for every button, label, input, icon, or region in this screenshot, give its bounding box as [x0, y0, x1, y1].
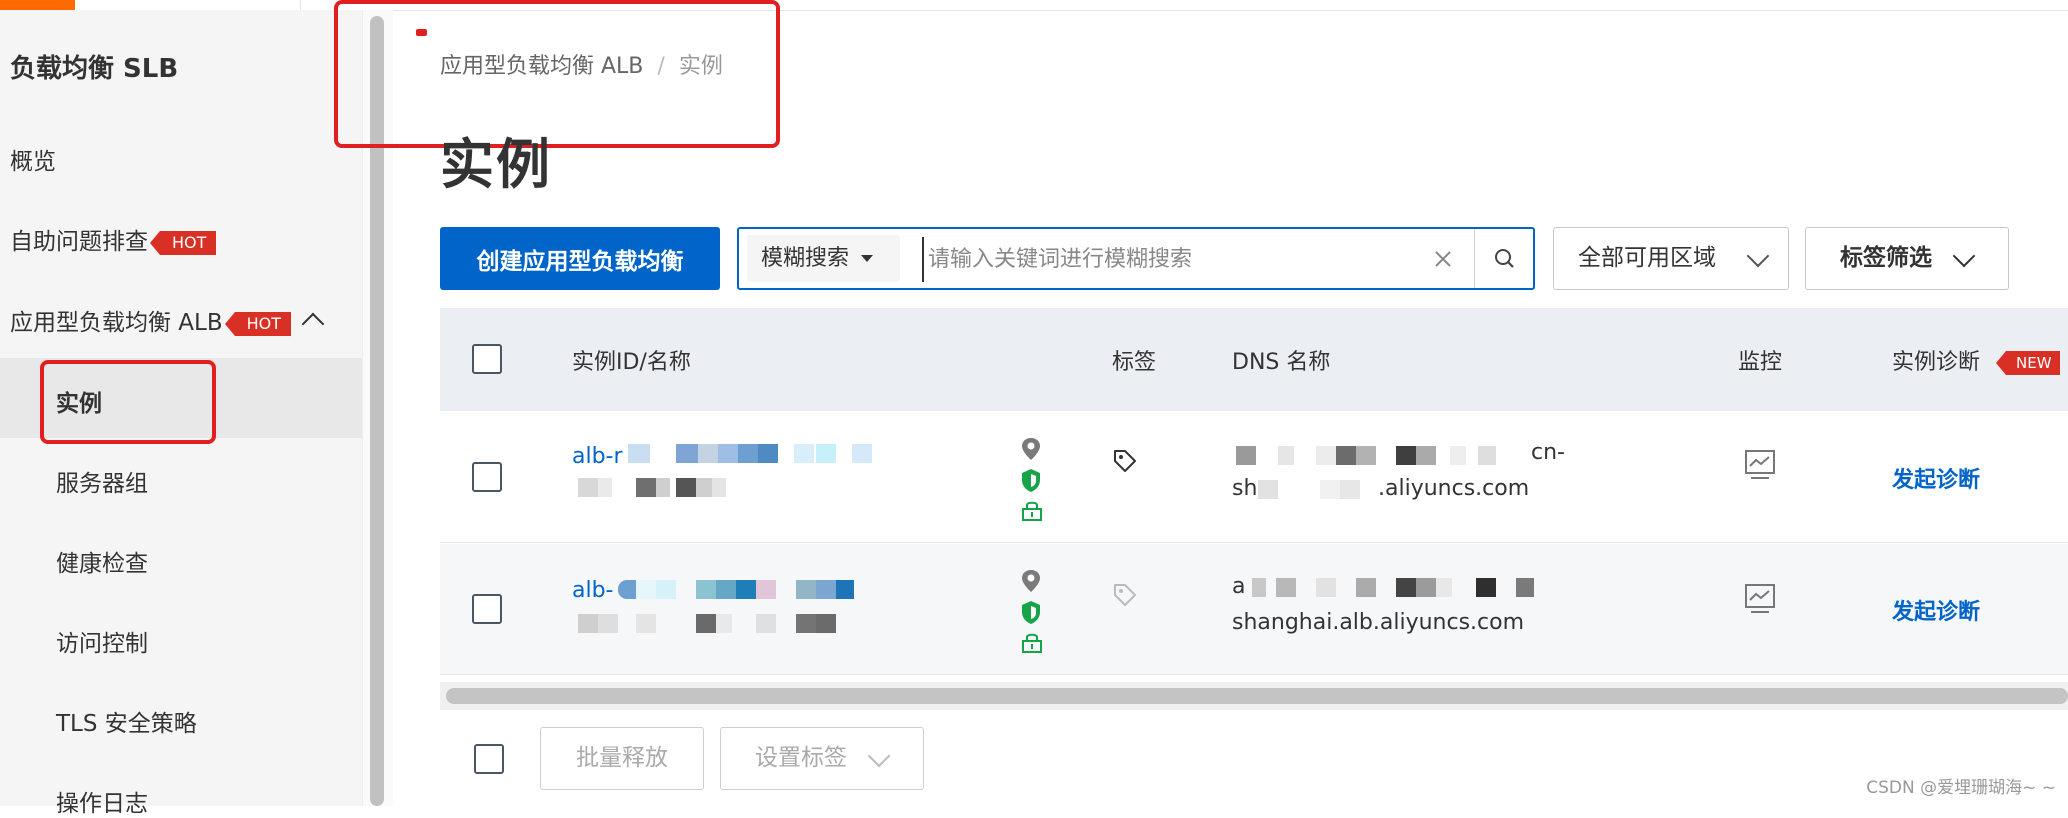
hot-badge: HOT: [149, 230, 217, 255]
lock-icon: [1022, 633, 1042, 653]
row-checkbox[interactable]: [472, 462, 502, 492]
sidebar-item-label: 操作日志: [56, 791, 148, 817]
tag-icon[interactable]: [1112, 448, 1138, 474]
sidebar-item-self-troubleshoot[interactable]: 自助问题排查 HOT: [10, 222, 217, 256]
console-logo-strip[interactable]: [0, 0, 75, 10]
horizontal-scrollbar-thumb[interactable]: [446, 688, 2068, 704]
monitor-icon[interactable]: [1743, 448, 1777, 482]
create-alb-button[interactable]: 创建应用型负载均衡: [440, 227, 720, 290]
lock-icon: [1022, 501, 1042, 521]
monitor-icon[interactable]: [1743, 582, 1777, 616]
batch-release-label: 批量释放: [576, 745, 668, 771]
sidebar-item-tls-policy[interactable]: TLS 安全策略: [56, 704, 197, 738]
column-header-diagnose: 实例诊断 NEW: [1892, 344, 2060, 376]
chevron-down-icon: [867, 744, 891, 768]
tag-filter-label: 标签筛选: [1840, 245, 1932, 271]
sidebar-item-label: 服务器组: [56, 471, 148, 497]
dns-name-part: .aliyuncs.com: [1378, 476, 1530, 501]
diagnose-link-label: 发起诊断: [1892, 468, 1981, 493]
hot-badge: HOT: [224, 311, 292, 336]
footer-select-all-checkbox[interactable]: [474, 744, 504, 774]
search-mode-select[interactable]: 模糊搜索: [747, 235, 900, 282]
sidebar-item-overview[interactable]: 概览: [10, 142, 56, 176]
chevron-down-icon: [1952, 244, 1976, 268]
search-icon: [1495, 249, 1514, 268]
diagnose-link-label: 发起诊断: [1892, 600, 1981, 625]
row-checkbox[interactable]: [472, 594, 502, 624]
set-tags-button[interactable]: 设置标签: [720, 727, 924, 790]
table-header: 实例ID/名称 标签 DNS 名称 监控 实例诊断 NEW: [440, 308, 2068, 411]
new-badge: NEW: [1996, 351, 2060, 375]
search-input[interactable]: [922, 237, 1430, 282]
location-pin-icon: [1022, 438, 1040, 460]
sidebar-item-health-check[interactable]: 健康检查: [56, 544, 148, 578]
instance-id-text: alb-r: [572, 444, 623, 469]
zone-select[interactable]: 全部可用区域: [1553, 227, 1789, 290]
sidebar-item-label: 自助问题排查: [10, 229, 148, 255]
sidebar-item-server-groups[interactable]: 服务器组: [56, 464, 148, 498]
column-header-diagnose-label: 实例诊断: [1892, 350, 1981, 375]
page-title: 实例: [440, 133, 552, 196]
sidebar-item-label: 访问控制: [56, 631, 148, 657]
batch-release-button[interactable]: 批量释放: [540, 727, 704, 790]
location-pin-icon: [1022, 570, 1040, 592]
dns-name-part: sh: [1232, 476, 1258, 501]
diagnose-link[interactable]: 发起诊断: [1892, 462, 1980, 494]
select-all-checkbox[interactable]: [472, 344, 502, 374]
dns-name-part: cn-: [1531, 440, 1565, 465]
diagnose-link[interactable]: 发起诊断: [1892, 594, 1980, 626]
column-header-dns: DNS 名称: [1232, 350, 1331, 375]
table-row: alb- a shanghai.alb.aliyuncs.com 发起诊断: [440, 544, 2068, 675]
watermark: CSDN @爱埋珊瑚海~ ~: [1866, 778, 2056, 798]
table-row: alb-r cn- sh .aliyuncs.com 发起诊断: [440, 412, 2068, 543]
sidebar-item-label: TLS 安全策略: [56, 711, 197, 737]
column-header-monitor: 监控: [1738, 350, 1783, 375]
shield-icon: [1022, 469, 1040, 492]
search-button[interactable]: [1474, 229, 1534, 288]
instance-id-link[interactable]: alb-r: [572, 444, 623, 469]
instance-id-text: alb-: [572, 578, 614, 603]
chevron-up-icon[interactable]: [301, 312, 325, 336]
zone-select-value: 全部可用区域: [1578, 245, 1716, 271]
tag-icon[interactable]: [1112, 582, 1138, 608]
sidebar-item-alb[interactable]: 应用型负载均衡 ALB HOT: [10, 303, 325, 337]
caret-down-icon: [861, 255, 874, 262]
tag-filter-select[interactable]: 标签筛选: [1805, 227, 2009, 290]
sidebar-item-label: 概览: [10, 149, 56, 175]
annotation-marker: [416, 29, 427, 36]
column-header-id-name: 实例ID/名称: [572, 350, 691, 375]
sidebar-title: 负载均衡 SLB: [10, 54, 179, 84]
set-tags-label: 设置标签: [755, 745, 847, 771]
shield-icon: [1022, 601, 1040, 624]
search-mode-label: 模糊搜索: [761, 246, 850, 271]
chevron-down-icon: [1746, 244, 1770, 268]
sidebar-item-label: 应用型负载均衡 ALB: [10, 310, 223, 336]
annotation-box-instances: [40, 360, 216, 444]
search-bar: 模糊搜索: [737, 227, 1535, 290]
topbar-divider: [300, 0, 301, 10]
sidebar-item-operation-log[interactable]: 操作日志: [56, 784, 148, 818]
annotation-box-breadcrumb: [334, 0, 780, 148]
dns-name-text: shanghai.alb.aliyuncs.com: [1232, 610, 1525, 635]
instance-id-link[interactable]: alb-: [572, 578, 614, 603]
sidebar-item-label: 健康检查: [56, 551, 148, 577]
column-header-tags: 标签: [1112, 350, 1157, 375]
sidebar-item-access-control[interactable]: 访问控制: [56, 624, 148, 658]
dns-name-part: a: [1232, 574, 1246, 599]
clear-icon[interactable]: [1429, 245, 1457, 273]
